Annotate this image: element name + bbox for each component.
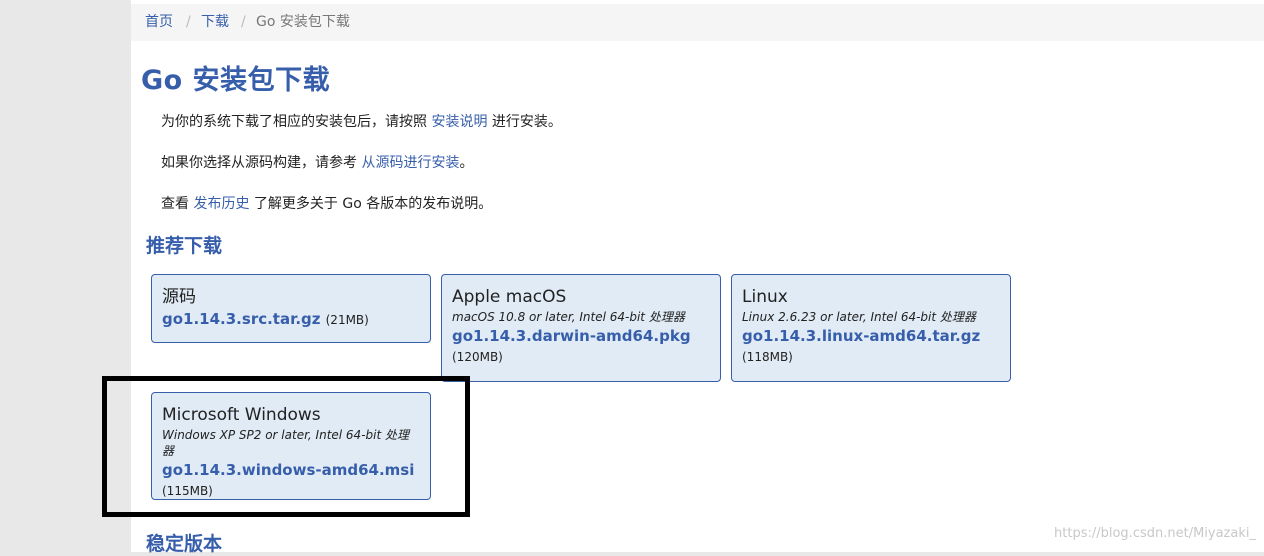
intro-text: 查看 [161,196,189,212]
card-requirement: Linux 2.6.23 or later, Intel 64-bit 处理器 [742,310,976,324]
install-from-source-link[interactable]: 从源码进行安装 [361,155,459,171]
card-os-label: 源码 [162,287,196,307]
page-title: Go 安装包下载 [141,65,331,96]
intro-text: 如果你选择从源码构建，请参考 [161,155,357,171]
intro-text: 了解更多关于 Go 各版本的发布说明。 [253,196,493,212]
download-file-link[interactable]: go1.14.3.src.tar.gz [162,310,321,328]
download-card-macos[interactable]: Apple macOS macOS 10.8 or later, Intel 6… [441,274,721,382]
card-file-size: (118MB) [742,350,793,364]
card-os-label: Linux [742,287,788,307]
download-card-linux[interactable]: Linux Linux 2.6.23 or later, Intel 64-bi… [731,274,1011,382]
highlight-annotation-box [102,376,470,517]
card-os-label: Apple macOS [452,287,567,307]
release-history-link[interactable]: 发布历史 [193,196,249,212]
breadcrumb-separator: / [186,14,191,30]
breadcrumb-downloads-link[interactable]: 下载 [201,4,229,41]
intro-paragraph-install: 为你的系统下载了相应的安装包后，请按照 安装说明 进行安装。 [161,111,562,131]
download-file-link[interactable]: go1.14.3.linux-amd64.tar.gz [742,325,1000,347]
intro-text: 。 [459,155,474,171]
card-file-size: (21MB) [325,313,369,327]
download-file-link[interactable]: go1.14.3.darwin-amd64.pkg [452,325,710,347]
watermark: https://blog.csdn.net/Miyazaki_ [1054,526,1256,541]
breadcrumb-current: Go 安装包下载 [256,14,350,30]
intro-paragraph-history: 查看 发布历史 了解更多关于 Go 各版本的发布说明。 [161,193,492,213]
breadcrumb-separator: / [241,14,246,30]
card-file-size: (120MB) [452,350,503,364]
install-instructions-link[interactable]: 安装说明 [431,114,487,130]
breadcrumb-home-link[interactable]: 首页 [145,4,173,41]
featured-downloads-heading: 推荐下载 [146,235,223,257]
intro-text: 进行安装。 [491,114,562,130]
intro-text: 为你的系统下载了相应的安装包后，请按照 [161,114,427,130]
download-card-source[interactable]: 源码 go1.14.3.src.tar.gz (21MB) [151,274,431,343]
intro-paragraph-source: 如果你选择从源码构建，请参考 从源码进行安装。 [161,152,473,172]
breadcrumb: 首页 / 下载 / Go 安装包下载 [131,4,1264,41]
card-requirement: macOS 10.8 or later, Intel 64-bit 处理器 [452,310,685,324]
card-file-line: go1.14.3.src.tar.gz (21MB) [162,308,420,330]
